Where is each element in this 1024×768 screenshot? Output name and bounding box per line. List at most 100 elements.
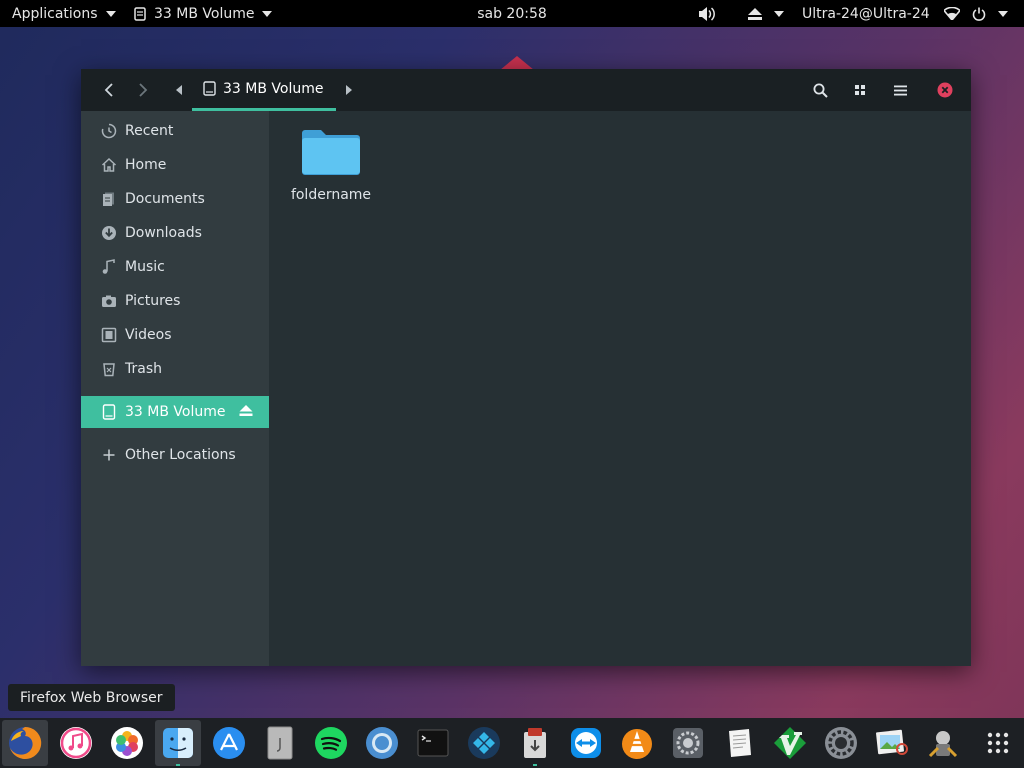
sidebar-item-documents[interactable]: Documents bbox=[81, 183, 269, 215]
folder-item[interactable]: foldername bbox=[289, 125, 373, 205]
app-store-icon bbox=[213, 727, 245, 759]
spotify-icon bbox=[315, 727, 347, 759]
user-label-item[interactable]: Ultra-24@Ultra-24 bbox=[796, 0, 936, 27]
dock-item-archive[interactable] bbox=[257, 720, 303, 766]
dock-item-settings[interactable] bbox=[818, 720, 864, 766]
sidebar-item-label: Downloads bbox=[125, 225, 202, 241]
removable-drive-menu[interactable] bbox=[742, 0, 790, 27]
preview-icon bbox=[876, 729, 908, 755]
speaker-icon bbox=[698, 6, 716, 22]
dock-item-app-store[interactable] bbox=[206, 720, 252, 766]
vlc-icon bbox=[622, 729, 652, 759]
sidebar-item-home[interactable]: Home bbox=[81, 149, 269, 181]
sidebar-item-label: Music bbox=[125, 259, 165, 275]
trash-icon bbox=[101, 361, 117, 377]
search-button[interactable] bbox=[807, 69, 833, 111]
file-view[interactable]: foldername bbox=[269, 111, 971, 666]
dock-item-kodi[interactable] bbox=[461, 720, 507, 766]
chevron-down-icon bbox=[262, 10, 273, 17]
applications-menu[interactable]: Applications bbox=[6, 0, 122, 27]
path-scroll-left-button[interactable] bbox=[171, 69, 187, 111]
automator-icon bbox=[928, 731, 958, 758]
back-button[interactable] bbox=[97, 69, 121, 111]
sidebar-item-recent[interactable]: Recent bbox=[81, 115, 269, 147]
sidebar-item-downloads[interactable]: Downloads bbox=[81, 217, 269, 249]
view-toggle-button[interactable] bbox=[847, 69, 873, 111]
dock-item-preview[interactable] bbox=[869, 720, 915, 766]
eject-icon[interactable] bbox=[239, 405, 253, 421]
dock-item-terminal[interactable] bbox=[410, 720, 456, 766]
sidebar-item-music[interactable]: Music bbox=[81, 251, 269, 283]
path-segment-label: 33 MB Volume bbox=[223, 80, 324, 97]
dock-tooltip: Firefox Web Browser bbox=[8, 684, 175, 711]
menu-button[interactable] bbox=[887, 69, 913, 111]
close-button[interactable] bbox=[932, 69, 958, 111]
sidebar-item-pictures[interactable]: Pictures bbox=[81, 285, 269, 317]
plus-icon bbox=[101, 447, 117, 463]
chevron-right-icon bbox=[139, 83, 148, 97]
kodi-icon bbox=[468, 727, 500, 759]
chevron-down-icon bbox=[998, 10, 1008, 17]
places-sidebar: Recent Home Documents Downloads Music Pi… bbox=[81, 111, 269, 666]
sidebar-item-label: Videos bbox=[125, 327, 172, 343]
dock-item-installer[interactable] bbox=[512, 720, 558, 766]
sidebar-item-label: Recent bbox=[125, 123, 174, 139]
dock-item-text-editor[interactable] bbox=[716, 720, 762, 766]
archive-icon bbox=[267, 726, 293, 760]
sidebar-item-label: Documents bbox=[125, 191, 205, 207]
sidebar-item-trash[interactable]: Trash bbox=[81, 353, 269, 385]
volume-indicator[interactable] bbox=[692, 0, 722, 27]
finder-icon bbox=[163, 728, 193, 758]
close-icon bbox=[937, 82, 953, 98]
system-prefs-icon bbox=[673, 728, 703, 758]
dock-item-system-prefs[interactable] bbox=[665, 720, 711, 766]
music-icon bbox=[101, 259, 117, 275]
pictures-icon bbox=[101, 293, 117, 309]
dock-item-vim[interactable] bbox=[767, 720, 813, 766]
teamviewer-icon bbox=[571, 728, 601, 758]
file-manager-window: 33 MB Volume Recent Home Documents Downl… bbox=[81, 69, 971, 666]
documents-icon bbox=[101, 191, 117, 207]
dock-item-chromium[interactable] bbox=[359, 720, 405, 766]
chevron-down-icon bbox=[774, 10, 784, 17]
app-menu[interactable]: 33 MB Volume bbox=[128, 0, 278, 27]
search-icon bbox=[813, 83, 828, 98]
wallpaper-decoration bbox=[500, 56, 534, 70]
clock-label[interactable]: sab 20:58 bbox=[477, 6, 547, 22]
chevron-down-icon bbox=[105, 10, 116, 17]
wifi-icon bbox=[944, 7, 960, 20]
dock-item-itunes[interactable] bbox=[53, 720, 99, 766]
forward-button[interactable] bbox=[131, 69, 155, 111]
running-indicator bbox=[533, 764, 537, 766]
dock bbox=[0, 718, 1024, 768]
dock-item-automator[interactable] bbox=[920, 720, 966, 766]
dock-item-app-grid[interactable] bbox=[975, 720, 1021, 766]
dock-item-vlc[interactable] bbox=[614, 720, 660, 766]
itunes-icon bbox=[60, 727, 92, 759]
applications-label: Applications bbox=[12, 5, 98, 22]
app-grid-icon bbox=[987, 732, 1009, 754]
system-menu[interactable] bbox=[938, 0, 1014, 27]
app-menu-label: 33 MB Volume bbox=[154, 5, 255, 22]
dock-item-files[interactable] bbox=[155, 720, 201, 766]
eject-icon bbox=[748, 7, 762, 20]
headerbar: 33 MB Volume bbox=[81, 69, 971, 111]
sidebar-item-videos[interactable]: Videos bbox=[81, 319, 269, 351]
triangle-left-icon bbox=[176, 85, 182, 95]
sidebar-item-label: Pictures bbox=[125, 293, 181, 309]
dock-item-spotify[interactable] bbox=[308, 720, 354, 766]
sidebar-item-label: 33 MB Volume bbox=[125, 404, 226, 420]
dock-item-firefox[interactable] bbox=[2, 720, 48, 766]
videos-icon bbox=[101, 327, 117, 343]
downloads-icon bbox=[101, 225, 117, 241]
firefox-icon bbox=[9, 726, 42, 759]
sidebar-item-other-locations[interactable]: Other Locations bbox=[81, 439, 269, 471]
chromium-icon bbox=[366, 727, 398, 759]
path-scroll-right-button[interactable] bbox=[341, 69, 357, 111]
path-segment-current[interactable]: 33 MB Volume bbox=[192, 69, 336, 111]
dock-item-photos[interactable] bbox=[104, 720, 150, 766]
power-icon bbox=[972, 7, 986, 21]
hamburger-icon bbox=[893, 85, 907, 95]
dock-item-teamviewer[interactable] bbox=[563, 720, 609, 766]
sidebar-item-volume[interactable]: 33 MB Volume bbox=[81, 396, 269, 428]
